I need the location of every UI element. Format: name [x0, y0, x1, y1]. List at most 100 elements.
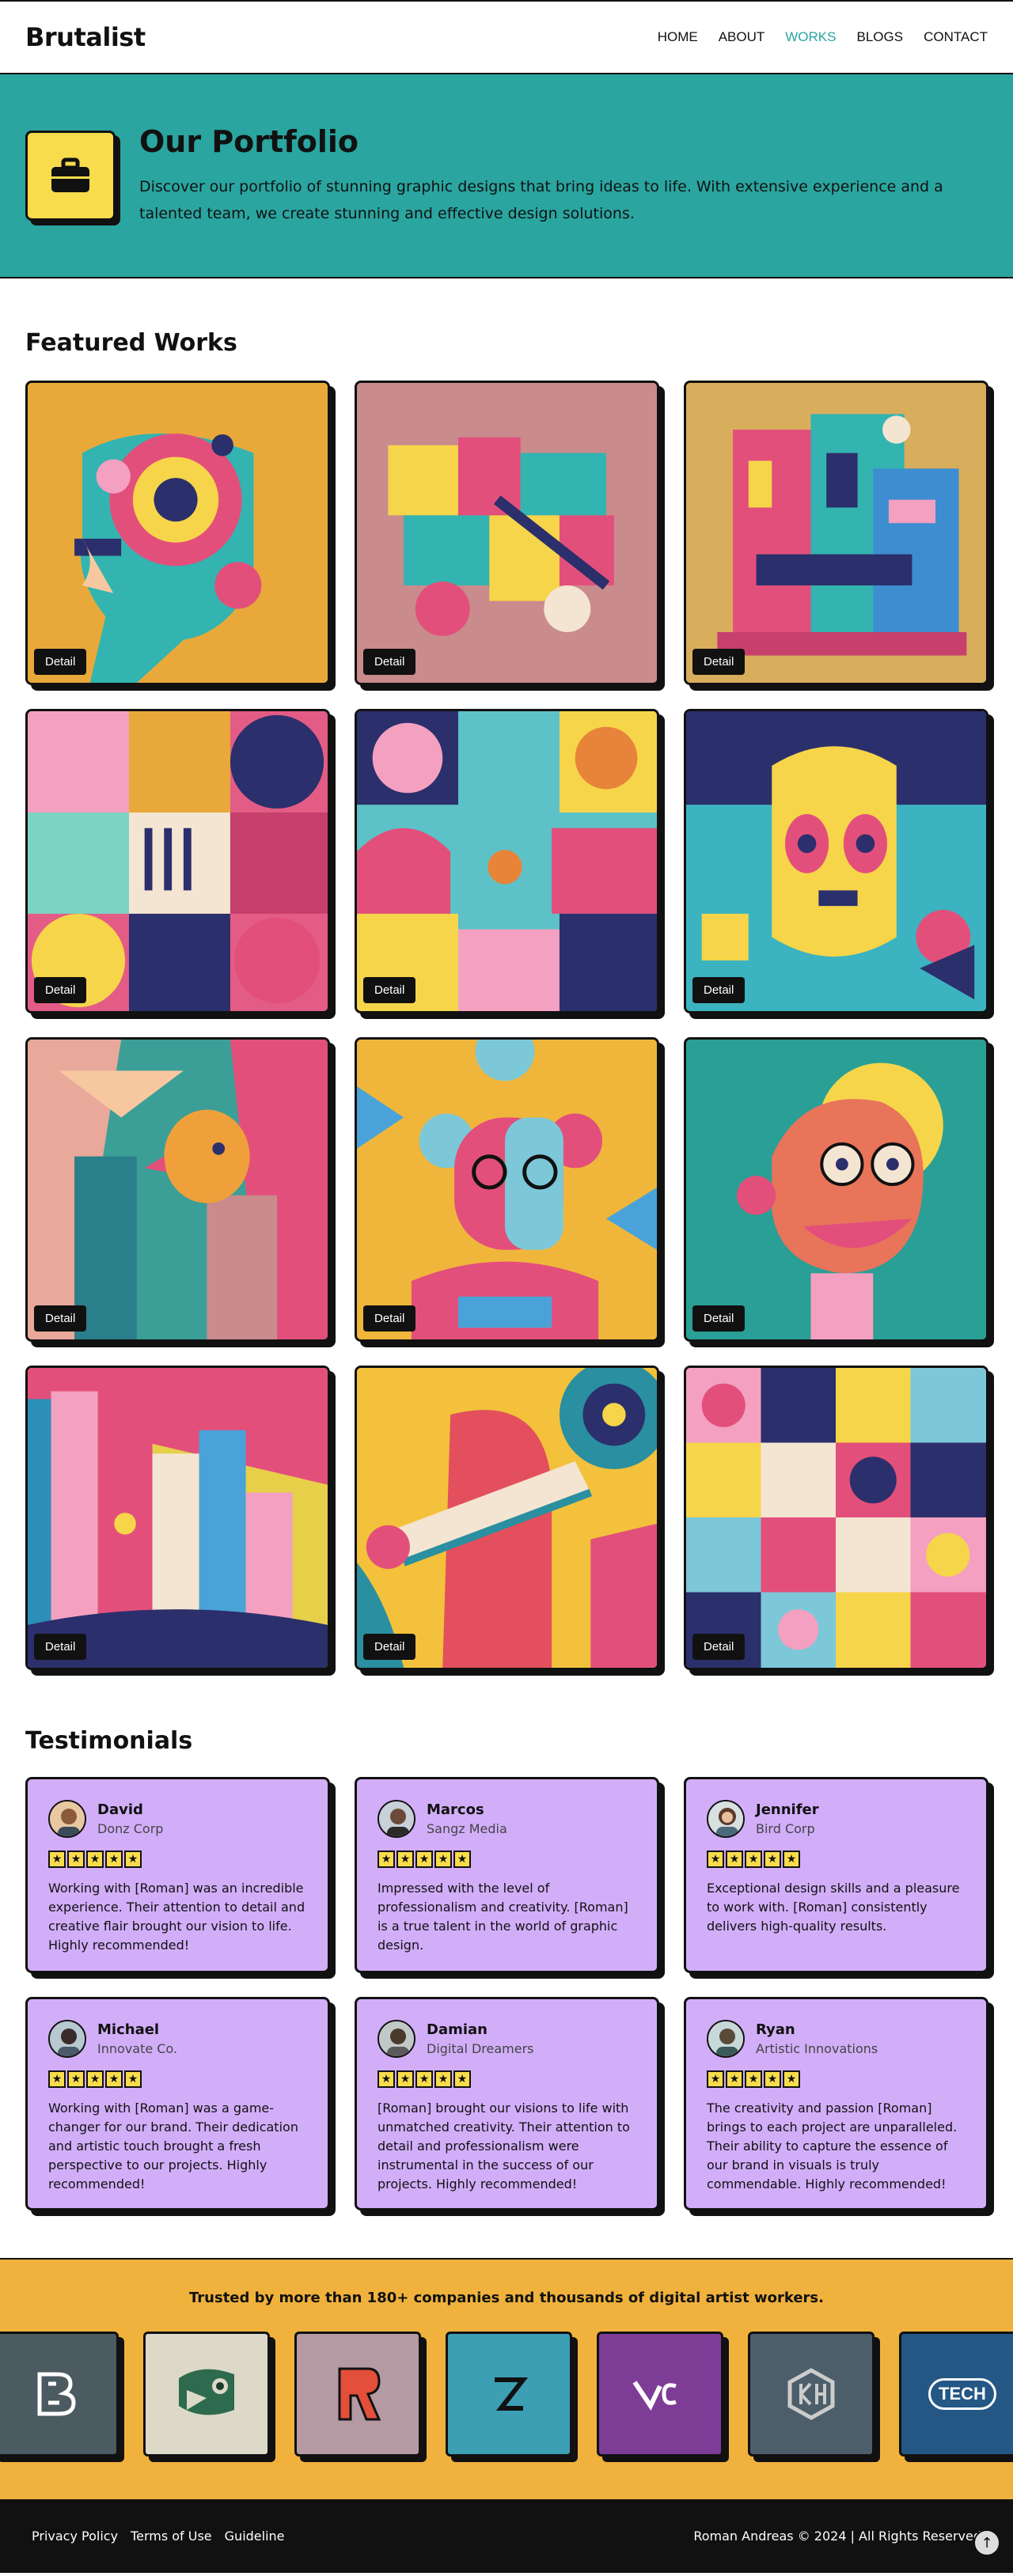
- testimonial-company: Donz Corp: [97, 1821, 164, 1836]
- detail-button[interactable]: Detail: [363, 649, 416, 675]
- copyright-text: Roman Andreas © 2024 | All Rights Reserv…: [693, 2529, 981, 2544]
- nav-contact-link[interactable]: CONTACT: [924, 29, 988, 45]
- work-card[interactable]: Detail: [355, 381, 659, 685]
- testimonial-quote: [Roman] brought our visions to life with…: [378, 2101, 630, 2191]
- star-icon: ★: [453, 2070, 471, 2088]
- nav-blogs-link[interactable]: BLOGS: [857, 29, 904, 45]
- work-card[interactable]: Detail: [355, 1037, 659, 1342]
- detail-button[interactable]: Detail: [692, 1305, 746, 1332]
- detail-button[interactable]: Detail: [34, 1634, 87, 1660]
- star-icon: ★: [86, 1851, 104, 1868]
- tech-logo-text: TECH: [928, 2378, 996, 2410]
- hero-description: Discover our portfolio of stunning graph…: [139, 178, 943, 222]
- star-icon: ★: [415, 1851, 433, 1868]
- detail-button[interactable]: Detail: [692, 649, 746, 675]
- nav-about-link[interactable]: ABOUT: [719, 29, 765, 45]
- star-icon: ★: [396, 2070, 414, 2088]
- testimonial-card: David Donz Corp ★ ★ ★ ★ ★ Working with [Roma…: [25, 1777, 330, 1973]
- tech-logo-icon[interactable]: TECH: [899, 2332, 1013, 2457]
- star-icon: ★: [48, 1851, 66, 1868]
- star-icon: ★: [86, 2070, 104, 2088]
- hero-text: Our Portfolio Discover our portfolio of …: [139, 124, 988, 227]
- star-icon: ★: [48, 2070, 66, 2088]
- top-navigation: Brutalist HOME ABOUT WORKS BLOGS CONTACT: [0, 0, 1013, 74]
- star-icon: ★: [707, 2070, 724, 2088]
- cartoon-face-artwork: [686, 1040, 986, 1339]
- guideline-link[interactable]: Guideline: [225, 2529, 285, 2544]
- nav-home-link[interactable]: HOME: [658, 29, 698, 45]
- hero-banner: Our Portfolio Discover our portfolio of …: [0, 74, 1013, 278]
- detail-button[interactable]: Detail: [34, 649, 87, 675]
- testimonial-company: Innovate Co.: [97, 2041, 178, 2056]
- star-icon: ★: [764, 2070, 781, 2088]
- rating-stars: ★ ★ ★ ★ ★: [707, 1851, 966, 1868]
- work-card[interactable]: Detail: [25, 709, 330, 1013]
- star-icon: ★: [764, 1851, 781, 1868]
- avatar: [378, 2020, 415, 2058]
- testimonial-card: Damian Digital Dreamers ★ ★ ★ ★ ★ [Roman] br…: [355, 1997, 659, 2210]
- star-icon: ★: [105, 1851, 123, 1868]
- work-card[interactable]: Detail: [684, 709, 988, 1013]
- testimonial-name: Jennifer: [756, 1801, 819, 1818]
- testimonial-card: Marcos Sangz Media ★ ★ ★ ★ ★ Impressed with …: [355, 1777, 659, 1973]
- detail-button[interactable]: Detail: [692, 977, 746, 1003]
- star-icon: ★: [726, 1851, 743, 1868]
- brand-logo[interactable]: Brutalist: [25, 22, 146, 52]
- r-logo-icon[interactable]: [294, 2332, 421, 2457]
- testimonial-name: Ryan: [756, 2021, 795, 2038]
- star-icon: ★: [415, 2070, 433, 2088]
- scroll-abstract-artwork: [357, 1368, 657, 1668]
- work-card[interactable]: Detail: [25, 1037, 330, 1342]
- terms-of-use-link[interactable]: Terms of Use: [131, 2529, 212, 2544]
- avatar: [378, 1800, 415, 1838]
- work-card[interactable]: Detail: [355, 709, 659, 1013]
- testimonial-card: Michael Innovate Co. ★ ★ ★ ★ ★ Working with …: [25, 1997, 330, 2210]
- star-icon: ★: [378, 1851, 395, 1868]
- star-icon: ★: [67, 1851, 85, 1868]
- clients-heading: Trusted by more than 180+ companies and …: [189, 2290, 824, 2306]
- testimonial-name: Michael: [97, 2021, 160, 2038]
- detail-button[interactable]: Detail: [34, 977, 87, 1003]
- testimonial-company: Artistic Innovations: [756, 2041, 878, 2056]
- testimonial-quote: Impressed with the level of professional…: [378, 1881, 628, 1953]
- testimonial-name: David: [97, 1801, 143, 1818]
- privacy-policy-link[interactable]: Privacy Policy: [32, 2529, 118, 2544]
- main-menu: HOME ABOUT WORKS BLOGS CONTACT: [658, 29, 988, 45]
- work-card[interactable]: Detail: [684, 1037, 988, 1342]
- clients-section: Trusted by more than 180+ companies and …: [0, 2258, 1013, 2499]
- work-card[interactable]: Detail: [355, 1366, 659, 1670]
- detail-button[interactable]: Detail: [692, 1634, 746, 1660]
- avatar: [48, 1800, 86, 1838]
- work-card[interactable]: Detail: [25, 381, 330, 685]
- nav-works-link[interactable]: WORKS: [785, 29, 836, 45]
- testimonial-name: Marcos: [427, 1801, 484, 1818]
- z-logo-icon[interactable]: [446, 2332, 572, 2457]
- testimonial-company: Sangz Media: [427, 1821, 507, 1836]
- work-card[interactable]: Detail: [684, 1366, 988, 1670]
- detail-button[interactable]: Detail: [363, 1634, 416, 1660]
- detail-button[interactable]: Detail: [363, 1305, 416, 1332]
- swirl-logo-icon[interactable]: [143, 2332, 270, 2457]
- city-skyline-artwork: [28, 1368, 328, 1668]
- pattern-grid-artwork: [686, 1368, 986, 1668]
- briefcase-icon: [25, 131, 116, 221]
- testimonials-grid: David Donz Corp ★ ★ ★ ★ ★ Working with [Roma…: [0, 1777, 1013, 2210]
- featured-works-heading: Featured Works: [25, 329, 237, 357]
- arrow-up-icon[interactable]: ↑: [973, 2529, 1000, 2556]
- work-card[interactable]: Detail: [25, 1366, 330, 1670]
- rating-stars: ★ ★ ★ ★ ★: [48, 1851, 307, 1868]
- rating-stars: ★ ★ ★ ★ ★: [48, 2070, 307, 2088]
- rating-stars: ★ ★ ★ ★ ★: [378, 1851, 636, 1868]
- star-icon: ★: [124, 1851, 142, 1868]
- testimonial-card: Ryan Artistic Innovations ★ ★ ★ ★ ★ The crea…: [684, 1997, 988, 2210]
- building-artwork: [686, 383, 986, 683]
- detail-button[interactable]: Detail: [363, 977, 416, 1003]
- b-logo-icon[interactable]: [0, 2332, 119, 2457]
- work-card[interactable]: Detail: [684, 381, 988, 685]
- detail-button[interactable]: Detail: [34, 1305, 87, 1332]
- page-title: Our Portfolio: [139, 124, 359, 159]
- rating-stars: ★ ★ ★ ★ ★: [378, 2070, 636, 2088]
- star-icon: ★: [105, 2070, 123, 2088]
- ec-logo-icon[interactable]: [597, 2332, 723, 2457]
- kh-logo-icon[interactable]: [748, 2332, 875, 2457]
